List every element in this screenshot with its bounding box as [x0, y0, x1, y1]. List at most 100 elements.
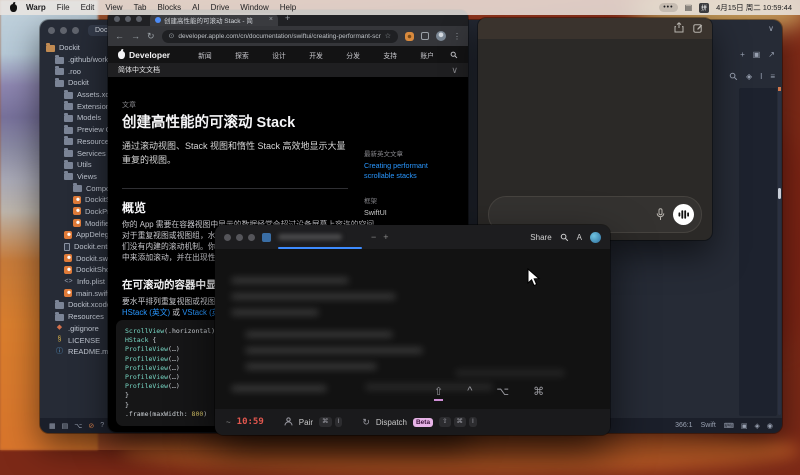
minimize-button[interactable]: [125, 16, 131, 22]
pane-toolbar-2: ◈ I ≡: [729, 72, 775, 81]
profile-avatar[interactable]: [590, 232, 601, 243]
menu-item[interactable]: View: [105, 3, 122, 12]
error-icon[interactable]: ⊘: [88, 422, 94, 430]
pane-toolbar-icon[interactable]: I: [760, 72, 762, 81]
modifier-key-icon: ^: [467, 385, 472, 401]
chevron-down-icon[interactable]: ∨: [451, 65, 458, 76]
voice-mode-button[interactable]: [673, 204, 694, 225]
statusbar-icon[interactable]: ▦: [49, 422, 56, 430]
pair-button[interactable]: Pair: [299, 418, 313, 427]
front-titlebar[interactable]: − + Share A: [215, 225, 610, 249]
menubar-clock[interactable]: 4月15日 周二 10:59:44: [716, 2, 792, 13]
scrollbar-track[interactable]: [778, 90, 781, 415]
statusbar-icon[interactable]: ⌥: [74, 422, 82, 430]
cursor-position[interactable]: 366:1: [675, 422, 693, 429]
editor-canvas[interactable]: [739, 88, 777, 416]
folder-icon: [64, 138, 73, 145]
language-mode[interactable]: Swift: [701, 422, 716, 429]
blurred-text: [231, 293, 396, 300]
back-button[interactable]: ←: [115, 31, 124, 41]
browser-menu-icon[interactable]: ⋮: [453, 32, 461, 41]
address-bar[interactable]: ⊙ developer.apple.com/cn/documentation/s…: [162, 30, 398, 43]
site-settings-icon[interactable]: ⊙: [169, 32, 175, 40]
profile-avatar[interactable]: [436, 31, 446, 41]
nav-item[interactable]: 支持: [383, 50, 397, 60]
menu-item[interactable]: Edit: [81, 3, 95, 12]
dispatch-icon: ↻: [362, 417, 370, 428]
text-size-button[interactable]: A: [577, 233, 582, 242]
hstack-link[interactable]: HStack (英文): [122, 308, 170, 317]
folder-icon: [64, 103, 73, 110]
extension-icon[interactable]: [405, 32, 414, 41]
zoom-button[interactable]: [136, 16, 142, 22]
window-controls[interactable]: [114, 16, 142, 22]
share-button[interactable]: Share: [530, 233, 551, 242]
window-controls[interactable]: [224, 234, 255, 241]
scrollbar-thumb[interactable]: [778, 188, 781, 199]
nav-item[interactable]: 新闻: [198, 50, 212, 60]
close-button[interactable]: [114, 16, 120, 22]
apple-logo-icon[interactable]: [10, 4, 17, 12]
bookmark-star-icon[interactable]: ☆: [385, 32, 391, 40]
forward-button[interactable]: →: [131, 31, 140, 41]
swift-file-icon: [64, 231, 72, 239]
nav-item[interactable]: 账户: [420, 50, 434, 60]
tab-close-icon[interactable]: ×: [269, 16, 273, 23]
chevron-down-icon[interactable]: ∨: [768, 24, 774, 33]
window-controls[interactable]: [48, 27, 79, 34]
zoom-button[interactable]: [72, 27, 79, 34]
statusbar-icon[interactable]: ▤: [62, 422, 69, 430]
chat-titlebar[interactable]: [478, 18, 712, 39]
english-article-link[interactable]: Creating performant scrollable stacks: [364, 161, 456, 181]
statusbar-icon[interactable]: ◈: [755, 422, 760, 430]
search-icon[interactable]: [729, 72, 738, 81]
search-icon[interactable]: [560, 233, 569, 242]
pane-toolbar-icon[interactable]: ▣: [753, 50, 761, 59]
menu-item[interactable]: Tab: [134, 3, 147, 12]
active-tab[interactable]: [278, 225, 364, 249]
camera-indicator[interactable]: •••: [659, 3, 677, 12]
minimize-button[interactable]: [60, 27, 67, 34]
statusbar-icon[interactable]: ⌨: [724, 422, 734, 430]
new-chat-icon[interactable]: [693, 20, 703, 38]
doc-abstract: 通过滚动视图、Stack 视图和惰性 Stack 高效地显示大量重复的视图。: [122, 140, 346, 167]
blurred-text: [245, 331, 393, 338]
menu-item[interactable]: AI: [192, 3, 200, 12]
menu-item[interactable]: Window: [240, 3, 268, 12]
pane-toolbar-icon[interactable]: ◈: [746, 72, 752, 81]
pane-toolbar-icon[interactable]: ↗: [768, 50, 775, 59]
close-button[interactable]: [48, 27, 55, 34]
zoom-out-button[interactable]: −: [371, 232, 376, 242]
minimize-button[interactable]: [236, 234, 243, 241]
menu-item[interactable]: Help: [280, 3, 296, 12]
statusbar-icon[interactable]: ◉: [767, 422, 773, 430]
statusbar-icon[interactable]: ▣: [741, 422, 748, 430]
nav-item[interactable]: 设计: [272, 50, 286, 60]
menu-item[interactable]: Blocks: [158, 3, 182, 12]
menu-item[interactable]: File: [57, 3, 70, 12]
nav-item[interactable]: 开发: [309, 50, 323, 60]
dispatch-button[interactable]: Dispatch: [376, 418, 407, 427]
nav-item[interactable]: 分发: [346, 50, 360, 60]
url-text[interactable]: developer.apple.com/cn/documentation/swi…: [178, 33, 380, 40]
menu-item[interactable]: Warp: [26, 3, 46, 12]
tab-title: 创建高性能的可滚动 Stack - 简: [164, 15, 266, 25]
doc-language-bar[interactable]: 简体中文文档 ∨: [108, 63, 468, 78]
input-method-icon[interactable]: 拼: [699, 3, 709, 13]
pane-toolbar-icon[interactable]: +: [740, 50, 745, 59]
zoom-button[interactable]: [248, 234, 255, 241]
framework-link[interactable]: SwiftUI: [364, 208, 456, 217]
close-button[interactable]: [224, 234, 231, 241]
display-icon[interactable]: ▤: [685, 3, 693, 12]
side-panel-icon[interactable]: [421, 32, 429, 40]
mic-icon[interactable]: [656, 208, 665, 226]
share-icon[interactable]: [674, 20, 684, 38]
zoom-in-button[interactable]: +: [383, 232, 388, 242]
nav-item[interactable]: 探索: [235, 50, 249, 60]
developer-brand[interactable]: Developer: [118, 50, 170, 60]
reload-button[interactable]: ↻: [147, 31, 155, 42]
search-icon[interactable]: [450, 51, 458, 59]
menu-item[interactable]: Drive: [211, 3, 230, 12]
pane-toolbar-icon[interactable]: ≡: [770, 72, 775, 81]
help-indicator[interactable]: ?: [100, 422, 104, 429]
